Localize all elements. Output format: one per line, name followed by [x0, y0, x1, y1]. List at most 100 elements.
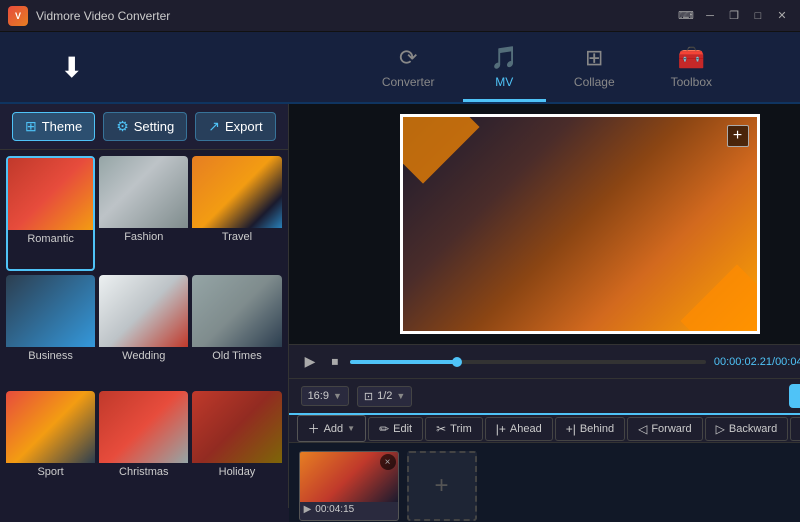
holiday-label: Holiday — [192, 463, 281, 481]
app-logo: V — [8, 6, 28, 26]
nav-mv[interactable]: 🎵 MV — [463, 32, 546, 102]
download-arrow: ⬇ — [60, 51, 83, 84]
add-button[interactable]: ＋ Add ▼ — [297, 415, 367, 442]
fashion-thumb — [99, 156, 188, 228]
theme-sport[interactable]: Sport — [6, 391, 95, 502]
tab-setting[interactable]: ⚙ Setting — [103, 112, 187, 141]
collage-icon: ⊞ — [585, 45, 603, 71]
christmas-thumb — [99, 391, 188, 463]
nav-bar: ⬇ ⟳ Converter 🎵 MV ⊞ Collage 🧰 Toolbox — [0, 32, 800, 104]
business-thumb — [6, 275, 95, 347]
forward-button[interactable]: ◁ Forward — [627, 417, 703, 441]
clip-play-icon[interactable]: ▶ — [304, 519, 311, 521]
add-icon: ＋ — [308, 420, 320, 437]
clip-close-btn[interactable]: × — [380, 454, 396, 470]
romantic-label: Romantic — [8, 230, 93, 248]
tab-export-label: Export — [225, 119, 263, 134]
nav-toolbox-label: Toolbox — [671, 75, 712, 89]
trim-button[interactable]: ✂ Trim — [425, 417, 483, 441]
backward-button[interactable]: ▷ Backward — [705, 417, 789, 441]
edit-button[interactable]: ✏ Edit — [368, 417, 423, 441]
theme-travel[interactable]: Travel — [192, 156, 281, 271]
scissors-icon: ✂ — [436, 422, 446, 436]
page-icon: ⊡ — [364, 390, 373, 403]
travel-label: Travel — [192, 228, 281, 246]
theme-romantic[interactable]: Romantic — [6, 156, 95, 271]
right-panel: + ▶ ⏹ 00:00:02.21/00:04:15.12 🔊 16:9 ▼ ⊡ — [289, 104, 800, 508]
theme-grid: Romantic Fashion Travel Business Wedding… — [0, 150, 288, 508]
aspect-ratio-select[interactable]: 16:9 ▼ — [301, 386, 349, 406]
ratio-arrow-icon: ▼ — [333, 391, 342, 401]
playback-controls: ▶ ⏹ 00:00:02.21/00:04:15.12 🔊 — [289, 344, 800, 378]
theme-oldtimes[interactable]: Old Times — [192, 275, 281, 386]
maximize-btn[interactable]: □ — [748, 6, 768, 26]
ahead-icon: |+ — [496, 422, 506, 436]
play-btn[interactable]: ▶ — [301, 351, 320, 372]
preview-area: + — [289, 104, 800, 344]
app-title: Vidmore Video Converter — [36, 9, 170, 23]
converter-icon: ⟳ — [399, 45, 417, 71]
clip-duration-icon: ▶ — [304, 504, 312, 515]
nav-mv-label: MV — [495, 75, 513, 89]
left-panel: ⊞ Theme ⚙ Setting ↗ Export Romantic Fash… — [0, 104, 289, 508]
clip-split-icon[interactable]: ⊢ — [332, 519, 340, 521]
page-select[interactable]: ⊡ 1/2 ▼ — [357, 386, 412, 407]
sport-label: Sport — [6, 463, 95, 481]
business-label: Business — [6, 347, 95, 365]
edit-icon: ✏ — [379, 422, 389, 436]
minimize-btn[interactable]: ─ — [700, 6, 720, 26]
timeline: × ▶ 00:04:15 ▶ ✂ ✏ ⊢ + 1 / 1 — [289, 442, 800, 522]
theme-christmas[interactable]: Christmas — [99, 391, 188, 502]
ahead-button[interactable]: |+ Ahead — [485, 417, 553, 441]
corner-decoration-tl — [400, 114, 480, 184]
theme-wedding[interactable]: Wedding — [99, 275, 188, 386]
theme-business[interactable]: Business — [6, 275, 95, 386]
timeline-clip[interactable]: × ▶ 00:04:15 ▶ ✂ ✏ ⊢ — [299, 451, 399, 521]
setting-gear-icon: ⚙ — [116, 118, 129, 135]
christmas-label: Christmas — [99, 463, 188, 481]
wedding-thumb — [99, 275, 188, 347]
forward-icon: ◁ — [638, 422, 647, 436]
video-preview: + — [400, 114, 760, 334]
tab-export[interactable]: ↗ Export — [195, 112, 275, 141]
nav-collage-label: Collage — [574, 75, 615, 89]
close-btn[interactable]: ✕ — [772, 6, 792, 26]
fashion-label: Fashion — [99, 228, 188, 246]
add-frame-btn[interactable]: + — [727, 125, 749, 147]
stop-btn[interactable]: ⏹ — [327, 351, 342, 372]
add-clip-button[interactable]: + — [407, 451, 477, 521]
theme-holiday[interactable]: Holiday — [192, 391, 281, 502]
behind-button[interactable]: +| Behind — [555, 417, 625, 441]
behind-icon: +| — [566, 422, 576, 436]
oldtimes-thumb — [192, 275, 281, 347]
restore-btn[interactable]: ❐ — [724, 6, 744, 26]
page-arrow-icon: ▼ — [396, 391, 405, 401]
tab-theme[interactable]: ⊞ Theme — [12, 112, 95, 141]
nav-converter[interactable]: ⟳ Converter — [354, 32, 463, 102]
clip-controls: ▶ ✂ ✏ ⊢ — [300, 517, 398, 521]
clip-cut-icon[interactable]: ✂ — [312, 519, 320, 521]
theme-fashion[interactable]: Fashion — [99, 156, 188, 271]
export-button[interactable]: Export — [789, 384, 800, 408]
progress-bar[interactable] — [350, 360, 706, 364]
mv-icon: 🎵 — [491, 45, 518, 71]
sport-thumb — [6, 391, 95, 463]
travel-thumb — [192, 156, 281, 228]
holiday-thumb — [192, 391, 281, 463]
format-bar: 16:9 ▼ ⊡ 1/2 ▼ Export — [289, 378, 800, 413]
progress-dot — [452, 357, 462, 367]
toolbox-icon: 🧰 — [678, 45, 705, 71]
wedding-label: Wedding — [99, 347, 188, 365]
nav-toolbox[interactable]: 🧰 Toolbox — [643, 32, 740, 102]
time-display: 00:00:02.21/00:04:15.12 — [714, 356, 800, 368]
tab-bar: ⊞ Theme ⚙ Setting ↗ Export — [0, 104, 288, 150]
empty-button[interactable]: 🗑 Empty — [790, 417, 800, 441]
oldtimes-label: Old Times — [192, 347, 281, 365]
progress-fill — [350, 360, 457, 364]
tab-theme-label: Theme — [42, 119, 82, 134]
nav-collage[interactable]: ⊞ Collage — [546, 32, 643, 102]
nav-converter-label: Converter — [382, 75, 435, 89]
clip-edit-icon[interactable]: ✏ — [322, 519, 330, 521]
keyboard-btn[interactable]: ⌨ — [676, 6, 696, 26]
backward-icon: ▷ — [716, 422, 725, 436]
